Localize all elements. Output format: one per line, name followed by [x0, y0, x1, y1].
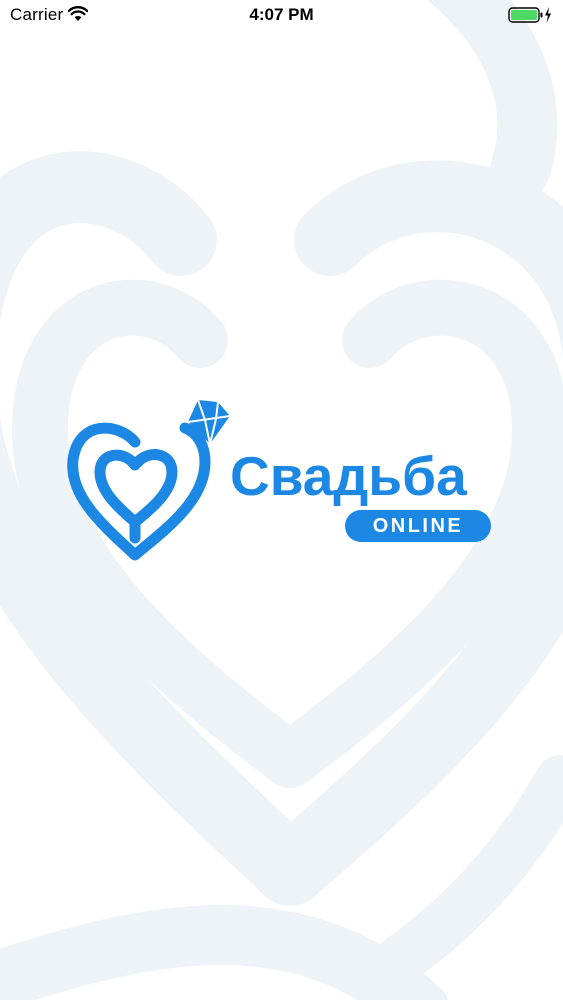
battery-charging-icon: [508, 7, 551, 23]
heart-ring-diamond-icon: [67, 399, 231, 561]
status-time: 4:07 PM: [249, 5, 314, 24]
status-bar: Carrier 4:07 PM: [0, 0, 563, 30]
brand-online-badge: ONLINE: [345, 510, 491, 542]
brand-title: Свадьба: [230, 445, 467, 507]
splash-screen: Carrier 4:07 PM Свадьба ONLINE: [0, 0, 563, 1000]
